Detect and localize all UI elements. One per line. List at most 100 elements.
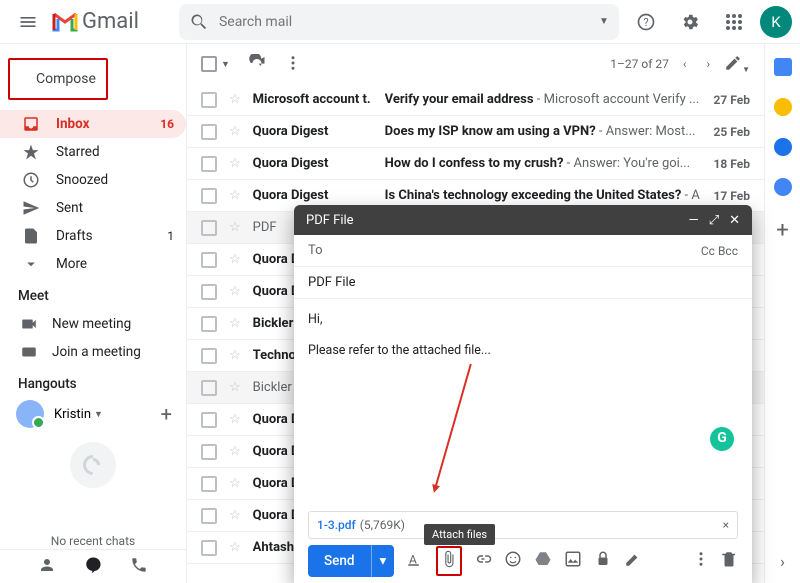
remove-attachment-icon[interactable]: ×	[723, 518, 729, 532]
hangouts-user-row[interactable]: Kristin ▼ +	[0, 398, 186, 428]
subject-field[interactable]: PDF File	[294, 267, 752, 299]
sent-icon	[22, 199, 40, 217]
prev-page-icon[interactable]: ‹	[677, 57, 693, 71]
row-checkbox[interactable]	[201, 188, 217, 204]
select-all-checkbox[interactable]	[201, 56, 217, 72]
attach-files-icon[interactable]	[436, 546, 462, 576]
search-bar[interactable]: ▼	[179, 4, 619, 40]
sidebar-item-drafts[interactable]: Drafts 1	[0, 222, 186, 250]
close-icon[interactable]: ✕	[729, 213, 740, 228]
attachment-chip[interactable]: 1-3.pdf (5,769K) ×	[308, 511, 738, 539]
calendar-addon-icon[interactable]	[774, 58, 792, 76]
row-checkbox[interactable]	[201, 284, 217, 300]
tasks-addon-icon[interactable]	[774, 138, 792, 156]
row-checkbox[interactable]	[201, 156, 217, 172]
chevron-down-icon[interactable]: ▼	[94, 409, 103, 420]
sidebar-item-starred[interactable]: Starred	[0, 138, 186, 166]
row-checkbox[interactable]	[201, 508, 217, 524]
row-checkbox[interactable]	[201, 220, 217, 236]
row-checkbox[interactable]	[201, 124, 217, 140]
search-input[interactable]	[219, 14, 599, 30]
input-tools-icon[interactable]: ▼	[724, 54, 750, 75]
settings-icon[interactable]	[672, 4, 708, 40]
cc-link[interactable]: Cc	[701, 244, 715, 258]
star-icon[interactable]: ☆	[229, 540, 241, 555]
contacts-addon-icon[interactable]	[774, 178, 792, 196]
person-icon[interactable]	[38, 556, 56, 578]
star-icon[interactable]: ☆	[229, 284, 241, 299]
apps-icon[interactable]	[716, 4, 752, 40]
grammarly-icon[interactable]: G	[710, 427, 734, 451]
compose-header[interactable]: PDF File — ⤢ ✕	[294, 205, 752, 235]
phone-icon[interactable]	[130, 556, 148, 578]
collapse-panel-icon[interactable]: ›	[780, 552, 785, 571]
fullscreen-icon[interactable]: ⤢	[709, 213, 719, 228]
clock-icon	[22, 171, 40, 189]
row-checkbox[interactable]	[201, 476, 217, 492]
star-icon[interactable]: ☆	[229, 316, 241, 331]
row-checkbox[interactable]	[201, 252, 217, 268]
sidebar-item-inbox[interactable]: Inbox 16	[0, 110, 186, 138]
row-checkbox[interactable]	[201, 444, 217, 460]
compose-more-icon[interactable]	[692, 550, 710, 572]
add-addon-icon[interactable]: +	[776, 218, 788, 243]
star-icon[interactable]: ☆	[229, 412, 241, 427]
mail-row[interactable]: ☆Quora DigestDoes my ISP know am using a…	[187, 116, 764, 148]
main-menu-icon[interactable]	[8, 2, 48, 42]
row-checkbox[interactable]	[201, 348, 217, 364]
insert-signature-icon[interactable]	[624, 550, 642, 572]
gmail-logo[interactable]: Gmail	[52, 9, 139, 34]
insert-photo-icon[interactable]	[564, 550, 582, 572]
star-icon[interactable]: ☆	[229, 348, 241, 363]
star-icon[interactable]: ☆	[229, 252, 241, 267]
to-input[interactable]	[331, 243, 701, 258]
search-options-icon[interactable]: ▼	[599, 16, 609, 27]
insert-link-icon[interactable]	[474, 550, 492, 572]
mail-row[interactable]: ☆Microsoft account t.Verify your email a…	[187, 84, 764, 116]
next-page-icon[interactable]: ›	[700, 57, 716, 71]
minimize-icon[interactable]: —	[689, 213, 699, 228]
support-icon[interactable]: ?	[628, 4, 664, 40]
star-icon[interactable]: ☆	[229, 476, 241, 491]
send-button[interactable]: Send ▾	[308, 545, 394, 577]
join-meeting-button[interactable]: Join a meeting	[0, 338, 186, 366]
star-icon[interactable]: ☆	[229, 124, 241, 139]
keep-addon-icon[interactable]	[774, 98, 792, 116]
emoji-icon[interactable]	[504, 550, 522, 572]
row-checkbox[interactable]	[201, 412, 217, 428]
to-field[interactable]: To Cc Bcc	[294, 235, 752, 267]
sidebar-item-more[interactable]: More	[0, 250, 186, 278]
more-icon[interactable]	[284, 54, 302, 75]
star-icon[interactable]: ☆	[229, 444, 241, 459]
star-icon[interactable]: ☆	[229, 188, 241, 203]
formatting-icon[interactable]: A	[406, 550, 424, 572]
star-icon[interactable]: ☆	[229, 156, 241, 171]
discard-draft-icon[interactable]	[720, 550, 738, 572]
hangouts-icon[interactable]	[84, 556, 102, 578]
new-meeting-button[interactable]: New meeting	[0, 310, 186, 338]
refresh-icon[interactable]	[248, 54, 266, 75]
account-avatar[interactable]: K	[760, 6, 792, 38]
row-checkbox[interactable]	[201, 380, 217, 396]
sidebar-item-snoozed[interactable]: Snoozed	[0, 166, 186, 194]
row-checkbox[interactable]	[201, 92, 217, 108]
compose-window: PDF File — ⤢ ✕ To Cc Bcc PDF File Hi, Pl…	[294, 205, 752, 583]
row-checkbox[interactable]	[201, 316, 217, 332]
row-checkbox[interactable]	[201, 540, 217, 556]
confidential-icon[interactable]	[594, 550, 612, 572]
date: 17 Feb	[714, 189, 750, 203]
compose-body[interactable]: Hi, Please refer to the attached file...…	[294, 299, 752, 511]
bcc-link[interactable]: Bcc	[718, 244, 738, 258]
send-options-icon[interactable]: ▾	[371, 545, 395, 577]
compose-button[interactable]: Compose	[8, 58, 108, 100]
sender: Microsoft account t.	[253, 92, 385, 107]
star-icon[interactable]: ☆	[229, 92, 241, 107]
select-dropdown-icon[interactable]: ▼	[221, 59, 230, 70]
mail-row[interactable]: ☆Quora DigestHow do I confess to my crus…	[187, 148, 764, 180]
star-icon[interactable]: ☆	[229, 220, 241, 235]
star-icon[interactable]: ☆	[229, 508, 241, 523]
star-icon[interactable]: ☆	[229, 380, 241, 395]
sidebar-item-sent[interactable]: Sent	[0, 194, 186, 222]
drive-icon[interactable]	[534, 550, 552, 572]
new-chat-icon[interactable]: +	[161, 402, 172, 426]
